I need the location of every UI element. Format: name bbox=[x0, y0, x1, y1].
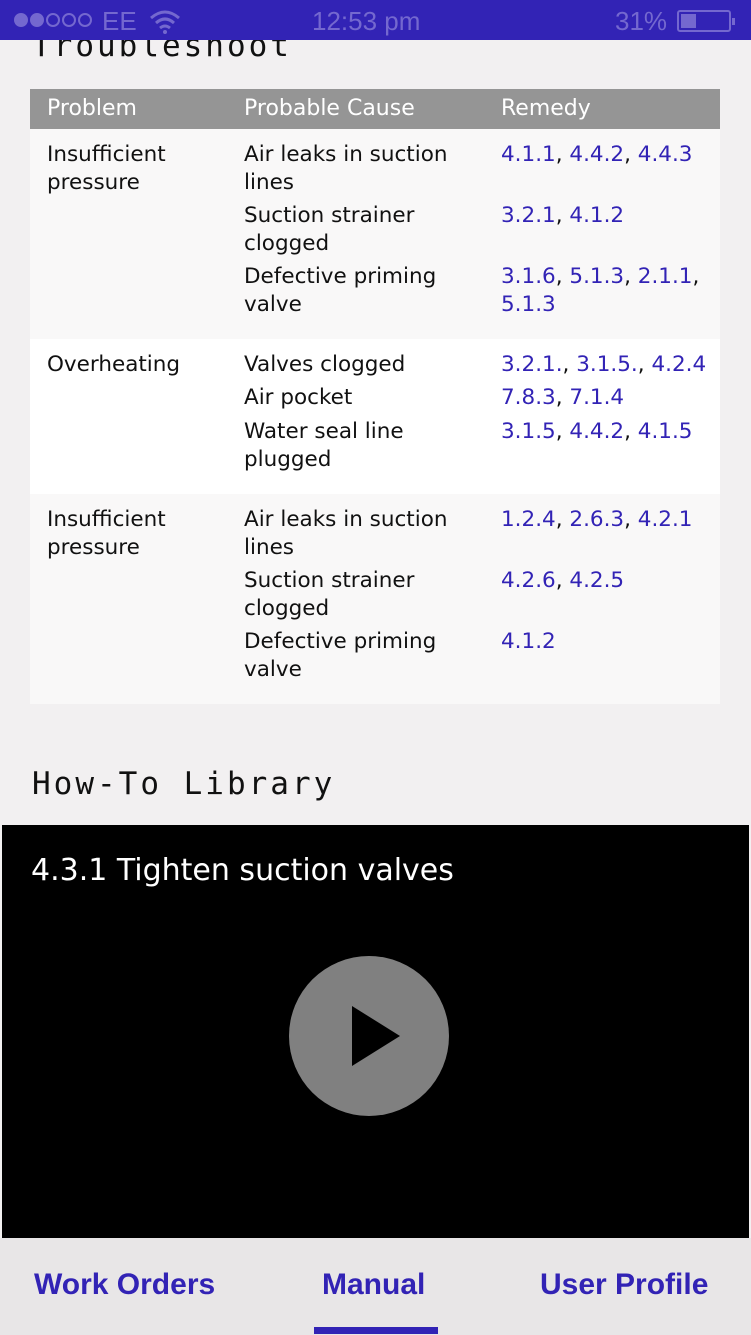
remedy-link[interactable]: 7.1.4 bbox=[569, 385, 624, 410]
battery-percent: 31% bbox=[615, 6, 668, 36]
remedy-link[interactable]: 4.1.2 bbox=[569, 203, 624, 228]
remedy-link[interactable]: 4.4.3 bbox=[638, 142, 693, 167]
cause-cell: Air leaks in suction lines bbox=[244, 507, 448, 560]
cause-cell: Air pocket bbox=[244, 385, 353, 410]
cause-cell: Air leaks in suction lines bbox=[244, 142, 448, 195]
remedy-link[interactable]: 4.2.1 bbox=[638, 507, 693, 532]
bottom-nav: Work Orders Manual User Profile bbox=[0, 1238, 751, 1335]
remedy-cell: 4.1.2 bbox=[501, 628, 711, 656]
status-bar: EE 12:53 pm 31% bbox=[0, 0, 751, 40]
carrier-label: EE bbox=[102, 6, 137, 36]
play-icon bbox=[352, 1006, 400, 1066]
remedy-link[interactable]: 4.2.5 bbox=[569, 568, 624, 593]
remedy-link[interactable]: 4.2.6 bbox=[501, 568, 556, 593]
remedy-link[interactable]: 5.1.3 bbox=[501, 292, 556, 317]
video-title: 4.3.1 Tighten suction valves bbox=[31, 853, 454, 888]
remedy-link[interactable]: 5.1.3 bbox=[569, 264, 624, 289]
header-problem: Problem bbox=[47, 96, 137, 121]
nav-work-orders[interactable]: Work Orders bbox=[34, 1268, 215, 1302]
cause-cell: Defective priming valve bbox=[244, 264, 437, 317]
remedy-link[interactable]: 4.4.2 bbox=[569, 142, 624, 167]
remedy-link[interactable]: 3.1.5. bbox=[576, 352, 638, 377]
header-cause: Probable Cause bbox=[244, 96, 415, 121]
clock: 12:53 pm bbox=[312, 6, 421, 36]
remedy-link[interactable]: 2.1.1 bbox=[638, 264, 693, 289]
remedy-link[interactable]: 3.1.5 bbox=[501, 419, 556, 444]
nav-user-profile[interactable]: User Profile bbox=[540, 1268, 708, 1302]
remedy-link[interactable]: 4.2.4 bbox=[651, 352, 706, 377]
signal-icon bbox=[14, 13, 92, 27]
play-button[interactable] bbox=[289, 956, 449, 1116]
problem-cell: Overheating bbox=[47, 352, 181, 377]
active-tab-indicator bbox=[314, 1327, 438, 1334]
remedy-cell: 1.2.4, 2.6.3, 4.2.1 bbox=[501, 507, 693, 532]
remedy-link[interactable]: 4.4.2 bbox=[569, 419, 624, 444]
remedy-link[interactable]: 3.1.6 bbox=[501, 264, 556, 289]
problem-cell: Insufficient pressure bbox=[47, 142, 166, 195]
remedy-cell: 4.1.1, 4.4.2, 4.4.3 bbox=[501, 142, 693, 167]
battery-icon bbox=[677, 10, 735, 32]
remedy-link[interactable]: 2.6.3 bbox=[569, 507, 624, 532]
problem-cell: Insufficient pressure bbox=[47, 507, 166, 560]
cause-cell: Suction strainer clogged bbox=[244, 203, 415, 256]
remedy-link[interactable]: 4.1.5 bbox=[638, 419, 693, 444]
table-group: Insufficient pressure Air leaks in sucti… bbox=[30, 129, 720, 339]
troubleshoot-table: Problem Probable Cause Remedy Insufficie… bbox=[30, 89, 720, 704]
table-group: Insufficient pressure Air leaks in sucti… bbox=[30, 494, 720, 704]
table-header: Problem Probable Cause Remedy bbox=[30, 89, 720, 129]
cause-cell: Valves clogged bbox=[244, 352, 406, 377]
remedy-link[interactable]: 4.1.1 bbox=[501, 142, 556, 167]
remedy-link[interactable]: 3.2.1 bbox=[501, 203, 556, 228]
remedy-link[interactable]: 7.8.3 bbox=[501, 385, 556, 410]
cause-cell: Suction strainer clogged bbox=[244, 568, 415, 621]
remedy-cell: 3.1.6, 5.1.3, 2.1.1, 5.1.3 bbox=[501, 264, 700, 317]
remedy-cell: 7.8.3, 7.1.4 bbox=[501, 385, 625, 410]
nav-manual[interactable]: Manual bbox=[322, 1268, 425, 1302]
remedy-link[interactable]: 1.2.4 bbox=[501, 507, 556, 532]
remedy-cell: 3.2.1., 3.1.5., 4.2.4 bbox=[501, 352, 707, 377]
remedy-link[interactable]: 3.2.1. bbox=[501, 352, 563, 377]
howto-library-title: How-To Library bbox=[32, 766, 336, 802]
wifi-icon bbox=[150, 10, 180, 34]
header-remedy: Remedy bbox=[501, 96, 591, 121]
remedy-cell: 4.2.6, 4.2.5 bbox=[501, 568, 625, 593]
remedy-link[interactable]: 4.1.2 bbox=[501, 629, 556, 654]
remedy-cell: 3.1.5, 4.4.2, 4.1.5 bbox=[501, 419, 693, 444]
cause-cell: Defective priming valve bbox=[244, 629, 437, 682]
cause-cell: Water seal line plugged bbox=[244, 419, 404, 472]
remedy-cell: 3.2.1, 4.1.2 bbox=[501, 203, 625, 228]
video-player[interactable]: 4.3.1 Tighten suction valves bbox=[2, 825, 749, 1238]
table-group: Overheating Valves clogged 3.2.1., 3.1.5… bbox=[30, 339, 720, 494]
